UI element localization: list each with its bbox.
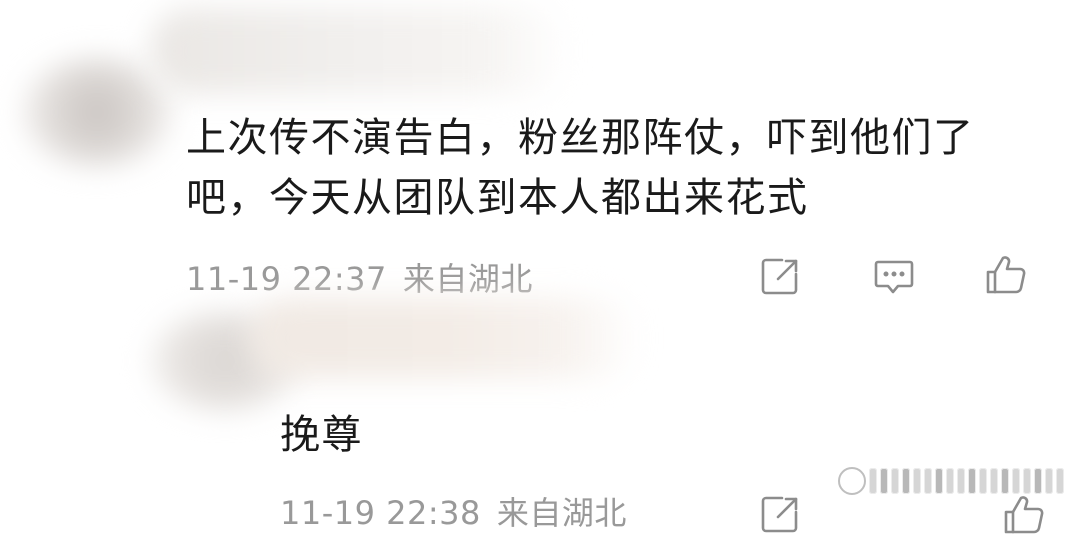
comment-text: 上次传不演告白，粉丝那阵仗，吓到他们了吧，今天从团队到本人都出来花式 (186, 115, 975, 221)
thumbs-up-icon[interactable] (1000, 490, 1048, 538)
reply-timestamp: 11-19 22:38 (280, 494, 481, 532)
comment-meta: 11-19 22:37 来自湖北 (186, 254, 533, 300)
reply-username-obscured[interactable] (250, 298, 640, 378)
comment-bubble-icon[interactable] (870, 252, 918, 300)
comment-timestamp: 11-19 22:37 (186, 260, 387, 298)
comment-location: 来自湖北 (402, 260, 533, 298)
edit-square-icon[interactable] (756, 490, 804, 538)
thumbs-up-icon[interactable] (982, 250, 1030, 298)
avatar-obscured[interactable] (22, 58, 172, 166)
edit-square-icon[interactable] (756, 252, 804, 300)
reply-meta: 11-19 22:38 来自湖北 (280, 488, 627, 534)
username-obscured[interactable] (150, 8, 570, 94)
reply-text: 挽尊 (280, 412, 363, 458)
watermark-logo-icon (838, 466, 1064, 496)
reply-location: 来自湖北 (496, 494, 627, 532)
